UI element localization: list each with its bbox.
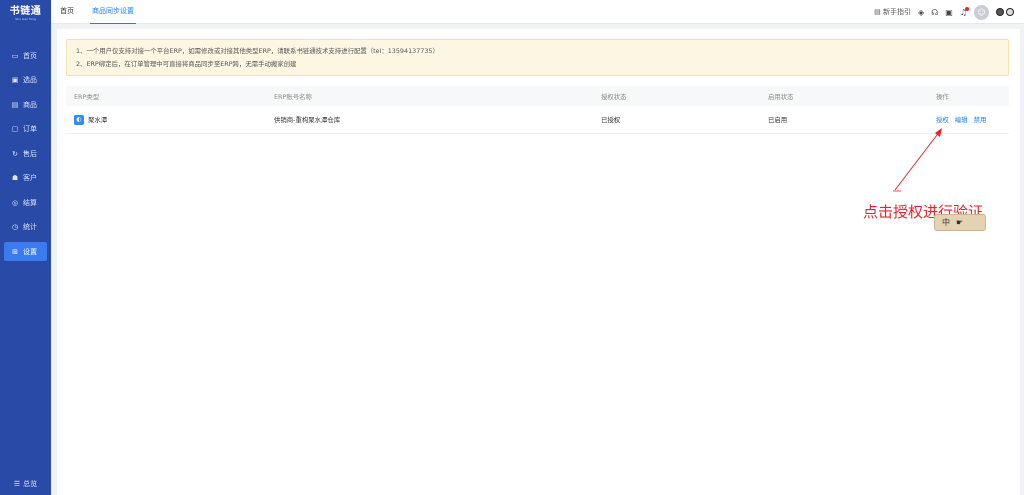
authorize-button[interactable]: 授权 — [936, 116, 949, 124]
erp-type-value: 聚水潭 — [88, 115, 108, 124]
sidebar-item-statistics[interactable]: ◷ 统计 — [4, 218, 47, 237]
col-enable-status: 启用状态 — [768, 92, 794, 101]
erp-account-cell: 供销商-重构聚水潭仓库 — [274, 116, 341, 124]
top-header: 首页 商品同步设置 ▤ 新手指引 ◈ ☊ ▣ ♫ ☺ — [51, 0, 1024, 24]
logo[interactable]: 书链通 Shu Lian Tong — [0, 0, 51, 24]
goods-icon: ▤ — [11, 100, 19, 109]
sidebar-overview-label: 总览 — [23, 480, 38, 488]
sidebar-nav: ▭ 首页 ▣ 选品 ▤ 商品 ▢ 订单 ↻ 售后 ☗ 客户 ◎ 结算 ◷ 统计 ⊞ 设置 — [0, 46, 51, 261]
sidebar-item-label: 结算 — [23, 198, 37, 207]
table-header: ERP类型 ERP账号名称 授权状态 启用状态 操作 — [66, 86, 1009, 106]
header-actions: ▤ 新手指引 ◈ ☊ ▣ ♫ ☺ — [874, 0, 1016, 24]
tab-home[interactable]: 首页 — [60, 0, 74, 24]
sidebar-item-settings[interactable]: ⊞ 设置 — [4, 242, 47, 261]
sidebar-item-label: 统计 — [23, 223, 37, 231]
eye-icon[interactable]: ◈ — [918, 8, 924, 17]
sidebar-item-customers[interactable]: ☗ 客户 — [4, 169, 47, 188]
actions-cell: 授权 编辑 禁用 — [936, 115, 990, 124]
sidebar-item-label: 商品 — [23, 100, 37, 109]
picture-icon: ▣ — [11, 76, 19, 84]
col-auth-status: 授权状态 — [601, 92, 627, 101]
col-erp-account: ERP账号名称 — [274, 92, 312, 101]
notice-banner: 1、一个用户仅支持对接一个平台ERP，如需修改或对接其他类型ERP，请联系书链通… — [66, 39, 1009, 76]
refresh-icon: ↻ — [12, 149, 18, 158]
customer-icon: ☗ — [11, 174, 19, 182]
order-icon: ▢ — [11, 125, 19, 133]
sidebar: 书链通 Shu Lian Tong ▭ 首页 ▣ 选品 ▤ 商品 ▢ 订单 ↻ 售后 ☗ 客… — [0, 0, 51, 495]
col-actions: 操作 — [936, 92, 949, 101]
bell-icon[interactable]: ♫ — [960, 6, 969, 17]
sidebar-item-home[interactable]: ▭ 首页 — [4, 46, 47, 65]
message-icon[interactable]: ▣ — [945, 8, 953, 17]
sidebar-item-aftersale[interactable]: ↻ 售后 — [4, 144, 47, 163]
ime-toolbar[interactable]: 中 ☛ — [934, 214, 986, 231]
menu-icon: ☰ — [13, 480, 21, 488]
sidebar-item-goods[interactable]: ▤ 商品 — [4, 95, 47, 114]
jushuitan-logo-icon: ◐ — [74, 114, 84, 125]
logo-text: 书链通 — [9, 6, 42, 17]
enable-status-cell: 已启用 — [768, 116, 788, 124]
sidebar-item-orders[interactable]: ▢ 订单 — [4, 120, 47, 139]
table-row: ◐ 聚水潭 供销商-重构聚水潭仓库 已授权 已启用 授权 编辑 禁用 — [66, 106, 1009, 134]
erp-table: ERP类型 ERP账号名称 授权状态 启用状态 操作 ◐ 聚水潭 供销商-重构聚水… — [66, 86, 1009, 134]
headset-icon[interactable]: ☊ — [931, 8, 938, 17]
col-erp-type: ERP类型 — [74, 92, 100, 101]
notice-line-2: 2、ERP绑定后，在订单管理中可直接将商品同步至ERP跨，无需手动搬家创建 — [76, 60, 297, 68]
monitor-icon: ▭ — [11, 51, 19, 60]
sidebar-item-label: 首页 — [23, 51, 37, 60]
ime-mode-label: 中 — [942, 218, 950, 227]
clock-icon: ◷ — [11, 223, 19, 231]
sidebar-item-label: 选品 — [23, 76, 37, 84]
notification-dot — [965, 6, 969, 11]
sidebar-item-label: 设置 — [23, 247, 37, 256]
sidebar-item-selection[interactable]: ▣ 选品 — [4, 71, 47, 90]
disable-button[interactable]: 禁用 — [974, 116, 987, 124]
notice-line-1: 1、一个用户仅支持对接一个平台ERP，如需修改或对接其他类型ERP，请联系书链通… — [76, 47, 439, 55]
edit-button[interactable]: 编辑 — [955, 116, 968, 124]
guide-link[interactable]: ▤ 新手指引 — [874, 7, 911, 17]
tab-product-sync-settings[interactable]: 商品同步设置 — [90, 0, 136, 24]
logo-subtext: Shu Lian Tong — [15, 17, 36, 21]
sidebar-item-label: 售后 — [23, 149, 37, 158]
guide-label: 新手指引 — [883, 8, 911, 16]
main-panel: 1、一个用户仅支持对接一个平台ERP，如需修改或对接其他类型ERP，请联系书链通… — [57, 29, 1020, 495]
sidebar-item-label: 客户 — [23, 174, 37, 182]
settle-icon: ◎ — [11, 198, 19, 207]
guide-icon: ▤ — [874, 8, 881, 16]
sidebar-item-label: 订单 — [23, 125, 37, 133]
settings-icon: ⊞ — [12, 247, 18, 256]
erp-type-cell: ◐ 聚水潭 — [74, 114, 108, 125]
sidebar-overview[interactable]: ☰ 总览 — [0, 479, 51, 489]
pet-decoration-icon[interactable] — [996, 7, 1016, 17]
auth-status-cell: 已授权 — [601, 116, 621, 124]
ime-pet-icon: ☛ — [956, 218, 964, 227]
avatar[interactable]: ☺ — [974, 4, 989, 20]
sidebar-item-settlement[interactable]: ◎ 结算 — [4, 193, 47, 212]
